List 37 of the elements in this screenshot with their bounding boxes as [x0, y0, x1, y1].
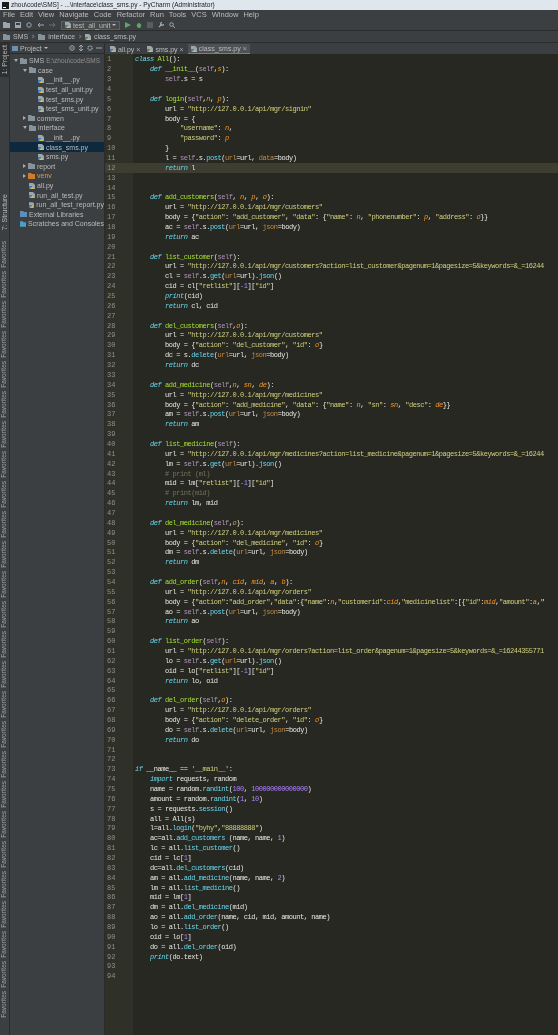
- python-file-icon: [38, 96, 44, 103]
- expanded-arrow-icon[interactable]: [23, 68, 27, 72]
- expanded-arrow-icon[interactable]: [14, 59, 18, 63]
- back-arrow-icon[interactable]: [37, 22, 44, 28]
- scratches-icon: [19, 220, 27, 227]
- library-icon: [20, 211, 27, 218]
- python-file-icon: [38, 105, 44, 112]
- python-file-icon: [38, 86, 44, 93]
- python-file-icon: [38, 77, 44, 83]
- collapsed-arrow-icon[interactable]: [23, 164, 26, 169]
- python-file-icon: [29, 192, 35, 199]
- project-icon: [12, 45, 18, 51]
- collapse-icon[interactable]: [78, 45, 84, 51]
- sync-icon[interactable]: [26, 22, 32, 28]
- folder-icon: [38, 33, 46, 40]
- target-icon[interactable]: [69, 45, 75, 51]
- settings-icon[interactable]: [87, 45, 93, 51]
- minimize-icon[interactable]: [96, 45, 102, 51]
- python-file-icon: [85, 33, 92, 40]
- run-icon[interactable]: [125, 22, 132, 28]
- python-file-icon: [29, 182, 35, 189]
- python-file-icon: [38, 153, 44, 160]
- python-file-icon: [65, 22, 71, 28]
- wrench-icon[interactable]: [158, 22, 165, 28]
- python-file-icon: [110, 46, 116, 52]
- save-icon[interactable]: [15, 22, 21, 28]
- expanded-arrow-icon[interactable]: [23, 126, 27, 130]
- search-icon[interactable]: [169, 22, 176, 28]
- app-icon: [2, 1, 9, 9]
- python-file-icon: [38, 134, 44, 141]
- debug-icon[interactable]: [136, 22, 143, 28]
- python-file-icon: [190, 45, 197, 52]
- python-file-icon: [38, 144, 44, 151]
- collapsed-arrow-icon[interactable]: [23, 116, 26, 121]
- collapsed-arrow-icon[interactable]: [23, 173, 26, 178]
- python-file-icon: [28, 201, 35, 208]
- python-file-icon: [147, 46, 154, 52]
